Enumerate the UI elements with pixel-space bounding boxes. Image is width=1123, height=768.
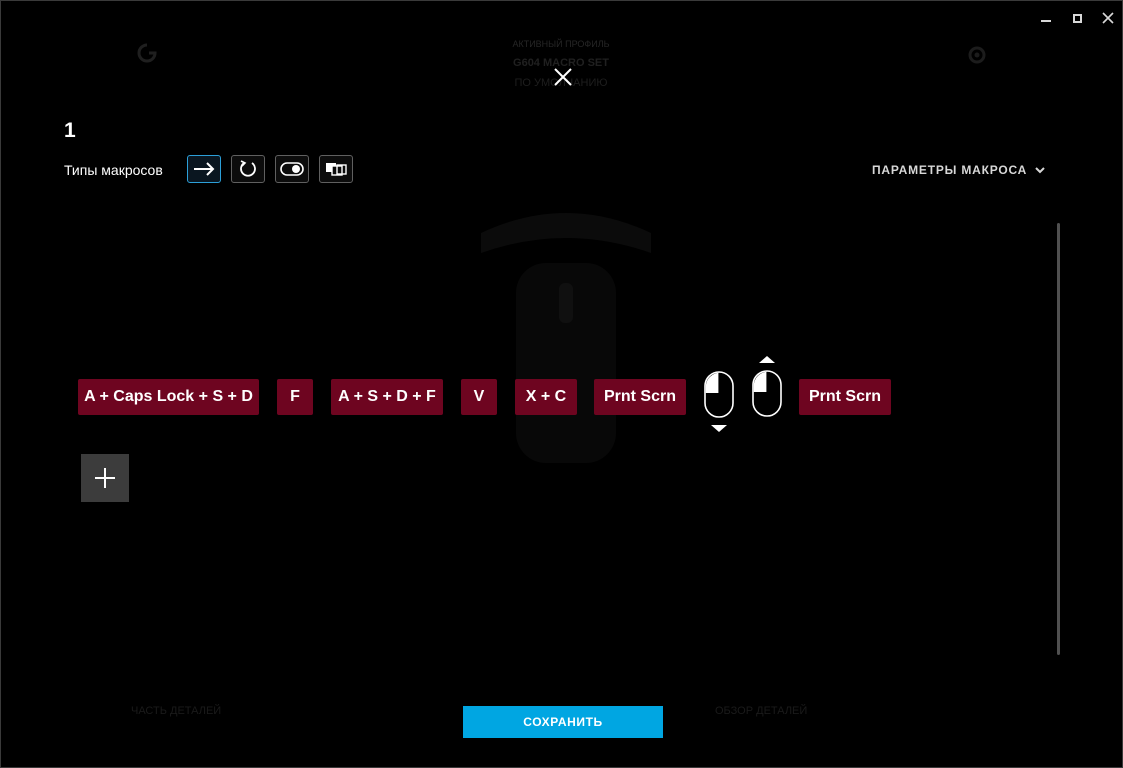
maximize-icon[interactable] bbox=[1063, 5, 1091, 31]
macro-types-label: Типы макросов bbox=[64, 162, 163, 178]
sequence-icon bbox=[326, 163, 347, 176]
macro-params-label: ПАРАМЕТРЫ МАКРОСА bbox=[872, 163, 1028, 177]
logitech-g-logo-icon bbox=[135, 41, 159, 65]
close-icon[interactable] bbox=[549, 63, 577, 91]
macro-step-key[interactable]: X + C bbox=[515, 379, 577, 415]
mouse-left-release-icon[interactable] bbox=[750, 355, 784, 417]
macro-type-no-repeat-button[interactable] bbox=[187, 155, 221, 183]
gear-icon bbox=[965, 43, 989, 67]
mouse-left-press-icon[interactable] bbox=[703, 371, 735, 433]
macro-params-dropdown[interactable]: ПАРАМЕТРЫ МАКРОСА bbox=[872, 163, 1045, 177]
device-silhouette bbox=[471, 193, 661, 483]
macro-name: 1 bbox=[64, 119, 76, 142]
scrollbar[interactable] bbox=[1057, 223, 1060, 655]
macro-step-key[interactable]: A + S + D + F bbox=[331, 379, 443, 415]
minimize-icon[interactable] bbox=[1032, 5, 1060, 31]
repeat-icon bbox=[240, 160, 256, 177]
chevron-down-icon bbox=[1035, 166, 1045, 173]
window-close-icon[interactable] bbox=[1094, 5, 1122, 31]
macro-type-repeat-button[interactable] bbox=[231, 155, 265, 183]
macro-step-key[interactable]: V bbox=[461, 379, 497, 415]
active-profile-label: АКТИВНЫЙ ПРОФИЛЬ bbox=[512, 39, 610, 49]
save-button[interactable]: СОХРАНИТЬ bbox=[463, 706, 663, 738]
macro-step-key[interactable]: Prnt Scrn bbox=[799, 379, 891, 415]
toggle-icon bbox=[280, 162, 304, 176]
macro-step-key[interactable]: Prnt Scrn bbox=[594, 379, 686, 415]
macro-type-sequence-button[interactable] bbox=[319, 155, 353, 183]
background-bottom-right: ОБЗОР ДЕТАЛЕЙ bbox=[715, 705, 808, 717]
background-bottom-left: ЧАСТЬ ДЕТАЛЕЙ bbox=[131, 705, 222, 717]
macro-type-toggle-button[interactable] bbox=[275, 155, 309, 183]
macro-step-key[interactable]: A + Caps Lock + S + D bbox=[78, 379, 259, 415]
arrow-right-icon bbox=[194, 162, 215, 176]
add-step-button[interactable] bbox=[81, 454, 129, 502]
plus-icon bbox=[95, 468, 115, 488]
app-window: АКТИВНЫЙ ПРОФИЛЬ G604 MACRO SET ПО УМОЛЧ… bbox=[0, 0, 1123, 768]
macro-step-key[interactable]: F bbox=[277, 379, 313, 415]
